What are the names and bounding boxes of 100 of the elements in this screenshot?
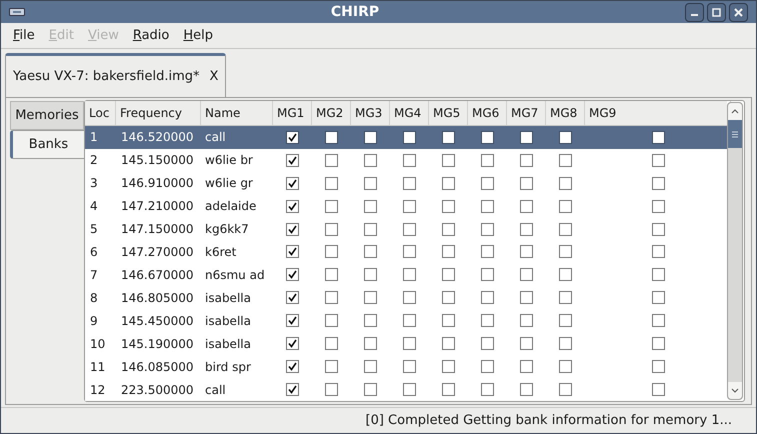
checkbox[interactable] xyxy=(325,337,338,350)
checkbox[interactable] xyxy=(364,291,377,304)
menu-item[interactable]: Radio xyxy=(126,26,176,46)
checkbox[interactable] xyxy=(559,314,572,328)
checkbox[interactable] xyxy=(442,291,455,304)
scroll-up-icon[interactable] xyxy=(731,109,739,114)
checkbox[interactable] xyxy=(652,222,664,236)
checkbox[interactable] xyxy=(403,360,416,374)
column-header[interactable]: MG6 xyxy=(468,101,507,125)
column-header[interactable]: MG7 xyxy=(507,101,546,125)
checkbox[interactable] xyxy=(364,222,377,236)
checkbox[interactable] xyxy=(442,383,455,396)
checkbox[interactable] xyxy=(325,360,338,374)
checkbox[interactable] xyxy=(481,268,494,282)
checkbox[interactable] xyxy=(325,314,338,328)
checkbox[interactable] xyxy=(520,360,533,374)
checkbox[interactable] xyxy=(325,222,338,236)
checkbox[interactable] xyxy=(520,268,533,282)
scroll-down-icon[interactable] xyxy=(731,388,739,393)
checkbox[interactable] xyxy=(652,200,664,213)
checkbox[interactable] xyxy=(325,130,338,144)
column-header[interactable]: MG2 xyxy=(312,101,351,125)
checkbox[interactable] xyxy=(442,245,455,258)
checkbox[interactable] xyxy=(286,383,299,396)
checkbox[interactable] xyxy=(559,130,572,144)
column-header[interactable]: MG1 xyxy=(273,101,312,125)
checkbox[interactable] xyxy=(559,291,572,304)
checkbox[interactable] xyxy=(286,176,299,190)
checkbox[interactable] xyxy=(481,314,494,328)
checkbox[interactable] xyxy=(364,245,377,258)
checkbox[interactable] xyxy=(325,383,338,396)
column-header[interactable]: MG4 xyxy=(390,101,429,125)
checkbox[interactable] xyxy=(403,245,416,258)
checkbox[interactable] xyxy=(364,130,377,144)
tab-close-button[interactable]: X xyxy=(210,66,218,86)
checkbox[interactable] xyxy=(559,154,572,167)
checkbox[interactable] xyxy=(403,154,416,167)
checkbox[interactable] xyxy=(520,314,533,328)
side-tab[interactable]: Memories xyxy=(10,101,84,130)
checkbox[interactable] xyxy=(481,200,494,213)
checkbox[interactable] xyxy=(325,176,338,190)
scrollbar[interactable] xyxy=(727,102,743,400)
checkbox[interactable] xyxy=(652,268,664,282)
checkbox[interactable] xyxy=(481,291,494,304)
checkbox[interactable] xyxy=(286,130,299,144)
menu-item[interactable]: Help xyxy=(177,26,220,46)
checkbox[interactable] xyxy=(559,245,572,258)
minimize-button[interactable] xyxy=(685,2,704,22)
checkbox[interactable] xyxy=(559,222,572,236)
checkbox[interactable] xyxy=(364,360,377,374)
checkbox[interactable] xyxy=(652,130,664,144)
menu-item[interactable]: File xyxy=(7,26,41,46)
side-tab[interactable]: Banks xyxy=(10,130,85,159)
checkbox[interactable] xyxy=(286,268,299,282)
checkbox[interactable] xyxy=(325,291,338,304)
checkbox[interactable] xyxy=(652,383,664,396)
checkbox[interactable] xyxy=(286,245,299,258)
checkbox[interactable] xyxy=(364,383,377,396)
checkbox[interactable] xyxy=(364,154,377,167)
checkbox[interactable] xyxy=(442,268,455,282)
column-header[interactable]: Loc xyxy=(85,101,116,125)
checkbox[interactable] xyxy=(559,268,572,282)
checkbox[interactable] xyxy=(403,337,416,350)
checkbox[interactable] xyxy=(520,130,533,144)
checkbox[interactable] xyxy=(481,337,494,350)
checkbox[interactable] xyxy=(286,200,299,213)
checkbox[interactable] xyxy=(403,383,416,396)
checkbox[interactable] xyxy=(520,383,533,396)
checkbox[interactable] xyxy=(652,314,664,328)
checkbox[interactable] xyxy=(481,360,494,374)
checkbox[interactable] xyxy=(442,176,455,190)
checkbox[interactable] xyxy=(286,337,299,350)
table-row[interactable]: 1 146.520000 call xyxy=(85,126,727,149)
checkbox[interactable] xyxy=(481,154,494,167)
checkbox[interactable] xyxy=(520,154,533,167)
checkbox[interactable] xyxy=(364,176,377,190)
checkbox[interactable] xyxy=(520,222,533,236)
scrollbar-thumb[interactable] xyxy=(728,120,742,148)
column-header[interactable]: Name xyxy=(201,101,273,125)
checkbox[interactable] xyxy=(559,176,572,190)
checkbox[interactable] xyxy=(652,154,664,167)
checkbox[interactable] xyxy=(442,200,455,213)
checkbox[interactable] xyxy=(403,268,416,282)
column-header[interactable]: MG8 xyxy=(546,101,585,125)
checkbox[interactable] xyxy=(520,200,533,213)
checkbox[interactable] xyxy=(325,154,338,167)
checkbox[interactable] xyxy=(403,291,416,304)
column-header[interactable]: Frequency xyxy=(116,101,201,125)
checkbox[interactable] xyxy=(325,200,338,213)
checkbox[interactable] xyxy=(559,360,572,374)
checkbox[interactable] xyxy=(559,200,572,213)
checkbox[interactable] xyxy=(364,337,377,350)
checkbox[interactable] xyxy=(481,176,494,190)
checkbox[interactable] xyxy=(442,314,455,328)
checkbox[interactable] xyxy=(652,291,664,304)
checkbox[interactable] xyxy=(403,176,416,190)
checkbox[interactable] xyxy=(364,314,377,328)
checkbox[interactable] xyxy=(364,268,377,282)
checkbox[interactable] xyxy=(481,383,494,396)
maximize-button[interactable] xyxy=(707,2,726,22)
